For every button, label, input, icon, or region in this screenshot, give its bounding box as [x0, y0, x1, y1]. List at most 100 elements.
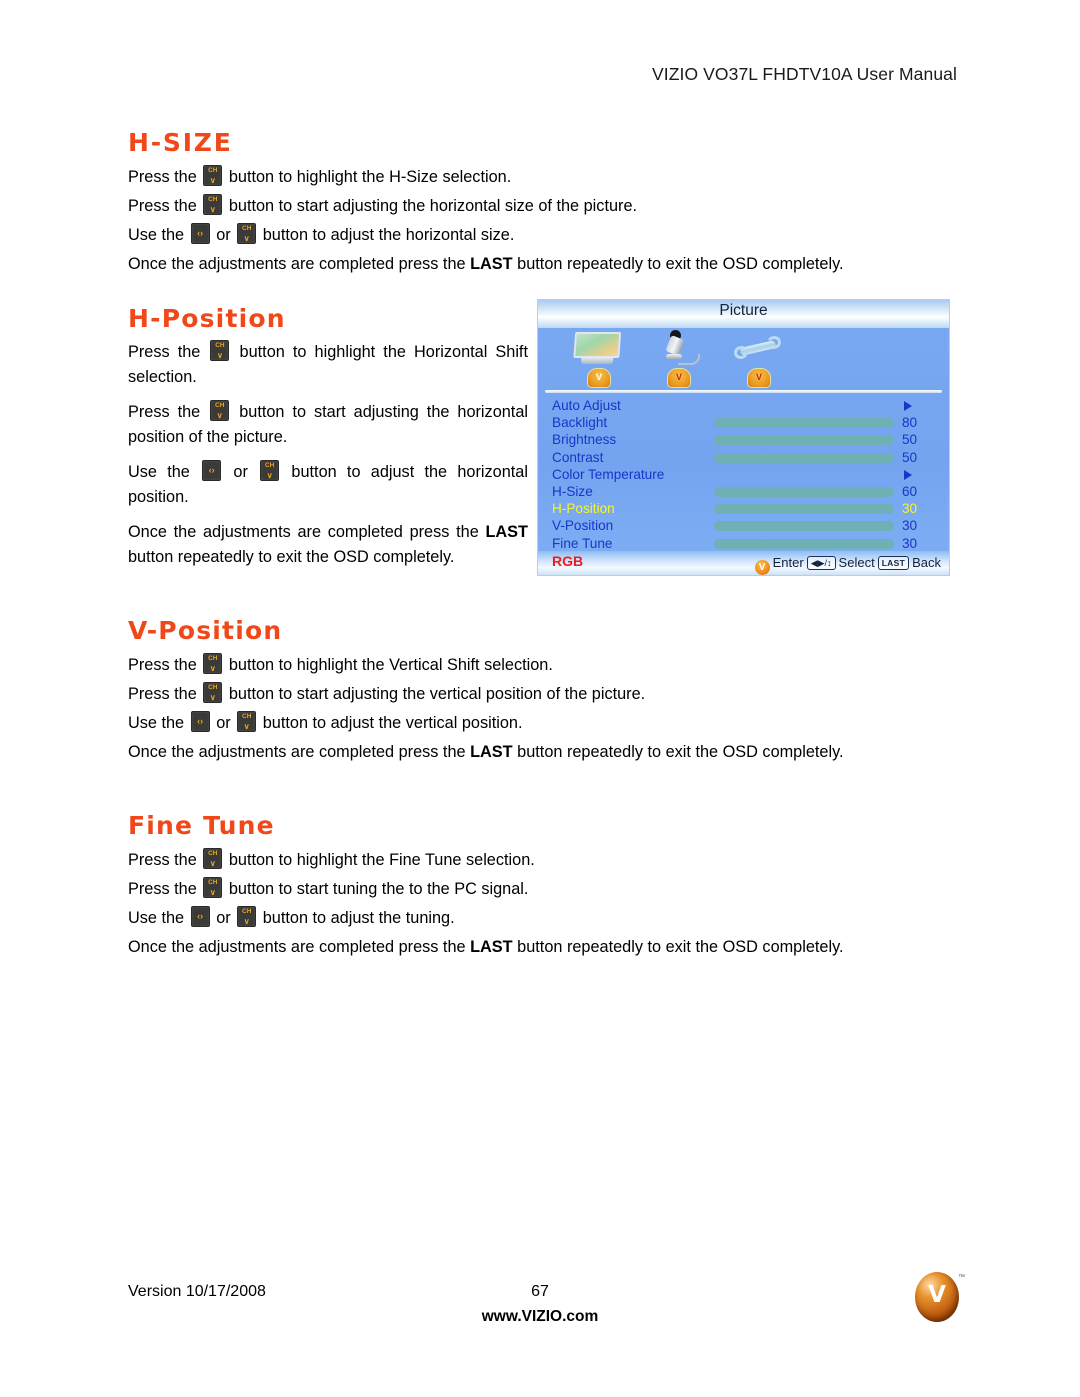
instruction-text-pre: Once the adjustments are completed press… — [128, 255, 466, 274]
instruction-line: Press the CH ∨ button to highlight the F… — [128, 846, 918, 875]
osd-row-slider[interactable] — [714, 418, 894, 429]
osd-row-value: 80 — [902, 415, 918, 431]
osd-key-hints: V Enter ◀▶/↕ Select LAST Back — [754, 554, 941, 575]
osd-row-auto-adjust[interactable]: Auto Adjust — [538, 397, 949, 414]
osd-row-label: Contrast — [552, 449, 604, 465]
osd-row-color-temperature[interactable]: Color Temperature — [538, 466, 949, 483]
down-chevron: ∨ — [243, 721, 250, 731]
osd-input-source-label: RGB — [552, 553, 584, 569]
ch-down-button-icon: CH ∨ — [203, 681, 223, 703]
osd-row-brightness[interactable]: Brightness 50 — [538, 431, 949, 448]
last-key-icon: LAST — [877, 556, 910, 570]
instruction-text-post: button to adjust the tuning. — [262, 909, 455, 927]
osd-row-slider[interactable] — [714, 435, 894, 446]
instruction-text-post: button to highlight the Fine Tune select… — [228, 851, 535, 869]
instruction-text-pre: Once the adjustments are completed press… — [128, 742, 466, 761]
ch-down-button-icon: CH ∨ — [237, 906, 257, 927]
instruction-text-post: button to adjust the vertical position. — [262, 713, 523, 732]
trademark-symbol: ™ — [958, 1274, 965, 1281]
down-chevron: ∨ — [243, 234, 250, 244]
instruction-line: Press the CH ∨ button to start adjusting… — [128, 680, 918, 709]
osd-row-h-position[interactable]: H-Position 30 — [538, 500, 949, 517]
submenu-arrow-icon — [904, 469, 912, 480]
vizio-badge-icon: V — [587, 368, 611, 388]
osd-tab-audio[interactable]: V — [640, 330, 718, 388]
instruction-text-pre: Use the — [128, 226, 185, 245]
vizio-logo-disc: V — [915, 1272, 959, 1322]
ch-label: CH — [215, 401, 225, 409]
osd-row-slider[interactable] — [714, 504, 894, 515]
osd-row-value: 50 — [902, 449, 918, 465]
ch-down-button-icon: CH ∨ — [237, 710, 257, 732]
osd-row-label: Color Temperature — [552, 466, 665, 482]
down-chevron: ∨ — [209, 859, 216, 868]
ch-down-button-icon: CH ∨ — [210, 339, 230, 361]
vizio-badge-icon: V — [667, 368, 691, 388]
manual-page: VIZIO VO37L FHDTV10A User Manual H-SIZE … — [0, 0, 1080, 1397]
ch-label: CH — [208, 683, 218, 691]
left-right-button-icon: ‹› — [190, 710, 210, 732]
instruction-text-post: button to start adjusting the horizontal… — [228, 197, 638, 216]
osd-title-bar: Picture — [538, 300, 949, 328]
section-heading-fine-tune: Fine Tune — [128, 810, 275, 840]
osd-row-value: 50 — [902, 432, 918, 448]
osd-row-contrast[interactable]: Contrast 50 — [538, 449, 949, 466]
instruction-line: Use the ‹› or CH ∨ button to adjust the … — [128, 709, 918, 738]
down-chevron: ∨ — [209, 692, 216, 702]
instruction-text-post: button to highlight the H-Size selection… — [228, 168, 512, 187]
instruction-text-pre: Press the — [128, 168, 197, 187]
instruction-text-post: button repeatedly to exit the OSD comple… — [517, 938, 844, 956]
document-header: VIZIO VO37L FHDTV10A User Manual — [651, 64, 957, 84]
osd-status-bar: RGB V Enter ◀▶/↕ Select LAST Back — [538, 551, 949, 575]
osd-row-slider[interactable] — [714, 452, 894, 463]
last-button-emphasis: LAST — [470, 938, 513, 956]
instruction-text-mid: or — [216, 909, 231, 927]
instruction-text-pre: Press the — [128, 880, 197, 898]
osd-row-label: Fine Tune — [552, 535, 613, 551]
osd-row-slider[interactable] — [714, 521, 894, 532]
instruction-line: Once the adjustments are completed press… — [128, 250, 918, 279]
instruction-line: Use the ‹› or CH ∨ button to adjust the … — [128, 904, 918, 933]
osd-row-value: 30 — [902, 501, 918, 517]
instruction-line: Press the CH ∨ button to start tuning th… — [128, 875, 918, 904]
osd-back-label: Back — [912, 555, 941, 570]
ch-down-button-icon: CH ∨ — [203, 165, 223, 187]
osd-tab-picture[interactable]: V — [560, 330, 638, 388]
osd-row-fine-tune[interactable]: Fine Tune 30 — [538, 535, 949, 552]
instruction-text-pre: Press the — [128, 851, 197, 869]
instruction-line: Press the CH ∨ button to highlight the V… — [128, 651, 918, 680]
down-chevron: ∨ — [209, 888, 216, 897]
osd-row-v-position[interactable]: V-Position 30 — [538, 517, 949, 534]
osd-tab-setup[interactable]: V — [720, 330, 798, 388]
ch-label: CH — [242, 712, 252, 720]
osd-category-icons: V V V — [538, 328, 949, 390]
left-right-arrows: ‹› — [197, 911, 204, 921]
submenu-arrow-icon — [904, 401, 912, 411]
section-heading-h-position: H-Position — [128, 304, 286, 334]
instruction-text-pre: Once the adjustments are completed press… — [128, 522, 479, 541]
instruction-text-pre: Once the adjustments are completed press… — [128, 938, 466, 956]
down-chevron: ∨ — [209, 176, 216, 186]
osd-menu-title: Picture — [719, 302, 768, 319]
osd-row-slider[interactable] — [714, 486, 894, 497]
osd-row-label: Backlight — [552, 415, 608, 431]
instruction-line: Press the CH ∨ button to start adjusting… — [128, 192, 918, 221]
ch-label: CH — [208, 879, 218, 886]
instruction-text-post: button repeatedly to exit the OSD comple… — [517, 255, 844, 274]
vizio-logo-letter: V — [928, 1282, 946, 1308]
section-fine-tune: Fine Tune Press the CH ∨ button to highl… — [128, 810, 918, 962]
section-h-size: H-SIZE Press the CH ∨ button to highligh… — [128, 129, 918, 279]
instruction-line: Press the CH ∨ button to highlight the H… — [128, 163, 918, 192]
left-right-button-icon: ‹› — [202, 459, 222, 481]
osd-row-slider[interactable] — [714, 538, 894, 549]
section-heading-v-position: V-Position — [128, 615, 283, 645]
down-chevron: ∨ — [266, 470, 273, 480]
ch-label: CH — [215, 341, 225, 349]
osd-picture-menu-screenshot: Picture V V V Auto Adjust Backlight 80 B… — [537, 299, 950, 576]
down-chevron: ∨ — [209, 205, 216, 215]
instruction-line: Press the CH ∨ button to start adjusting… — [128, 399, 528, 450]
osd-row-backlight[interactable]: Backlight 80 — [538, 414, 949, 431]
ch-down-button-icon: CH ∨ — [260, 459, 280, 481]
osd-row-h-size[interactable]: H-Size 60 — [538, 483, 949, 500]
osd-row-label: V-Position — [552, 518, 614, 534]
